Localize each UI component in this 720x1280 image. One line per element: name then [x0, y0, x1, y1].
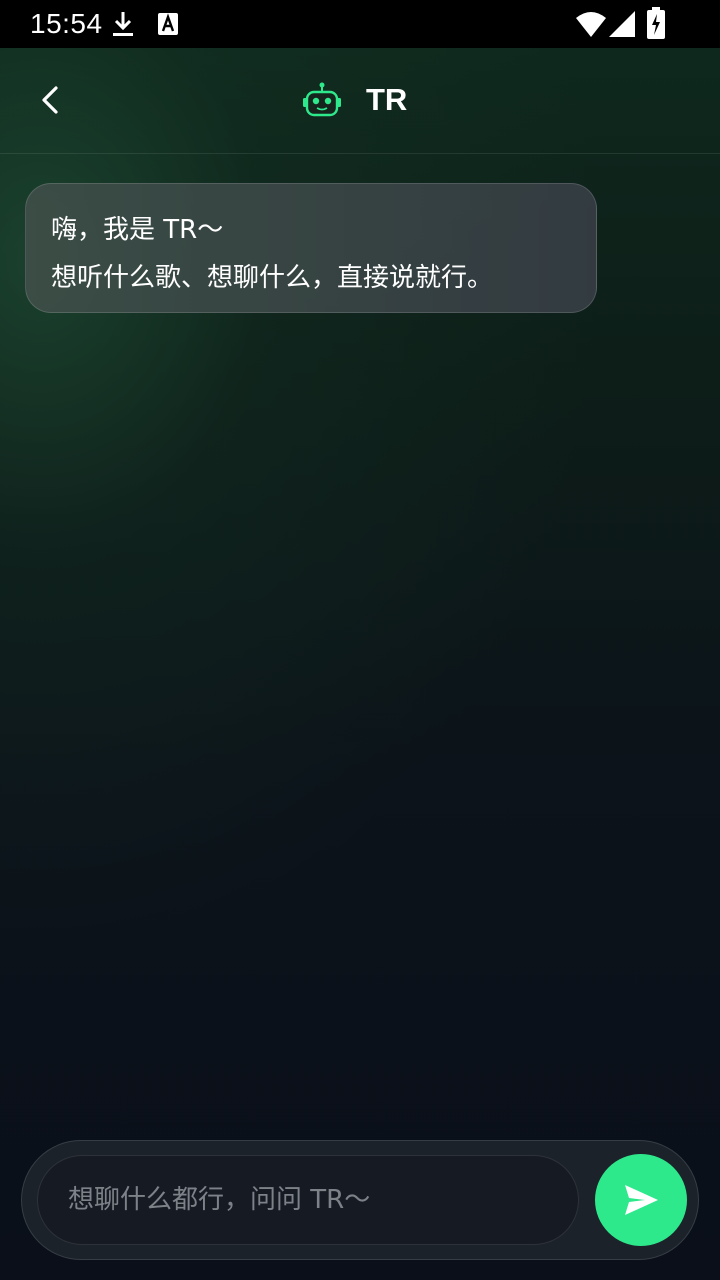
page-title: TR [366, 82, 408, 117]
wifi-icon [576, 12, 606, 37]
message-input[interactable] [37, 1155, 579, 1245]
bot-message-bubble: 嗨，我是 TR～ 想听什么歌、想聊什么，直接说就行。 [25, 183, 597, 313]
chat-screen: 15:54 TR 嗨，我是 TR～ 想听什么歌、想聊什么，直接说就行。 想聊什么… [0, 0, 720, 1280]
status-bar: 15:54 [0, 0, 720, 48]
signal-icon [609, 11, 635, 37]
a-notification-icon [158, 13, 178, 35]
chevron-left-icon [42, 86, 58, 114]
back-button[interactable] [26, 76, 74, 124]
battery-charging-icon [647, 7, 665, 39]
status-time: 15:54 [30, 8, 103, 39]
header-title-group: TR [302, 76, 407, 124]
composer-bar [21, 1140, 699, 1260]
download-icon [113, 12, 133, 36]
message-line: 嗨，我是 TR～ [51, 215, 224, 245]
send-icon [625, 1185, 658, 1215]
message-line: 想听什么歌、想聊什么，直接说就行。 [51, 263, 494, 293]
chat-header: TR [0, 48, 720, 154]
send-button[interactable] [595, 1154, 687, 1246]
robot-icon [303, 82, 341, 117]
